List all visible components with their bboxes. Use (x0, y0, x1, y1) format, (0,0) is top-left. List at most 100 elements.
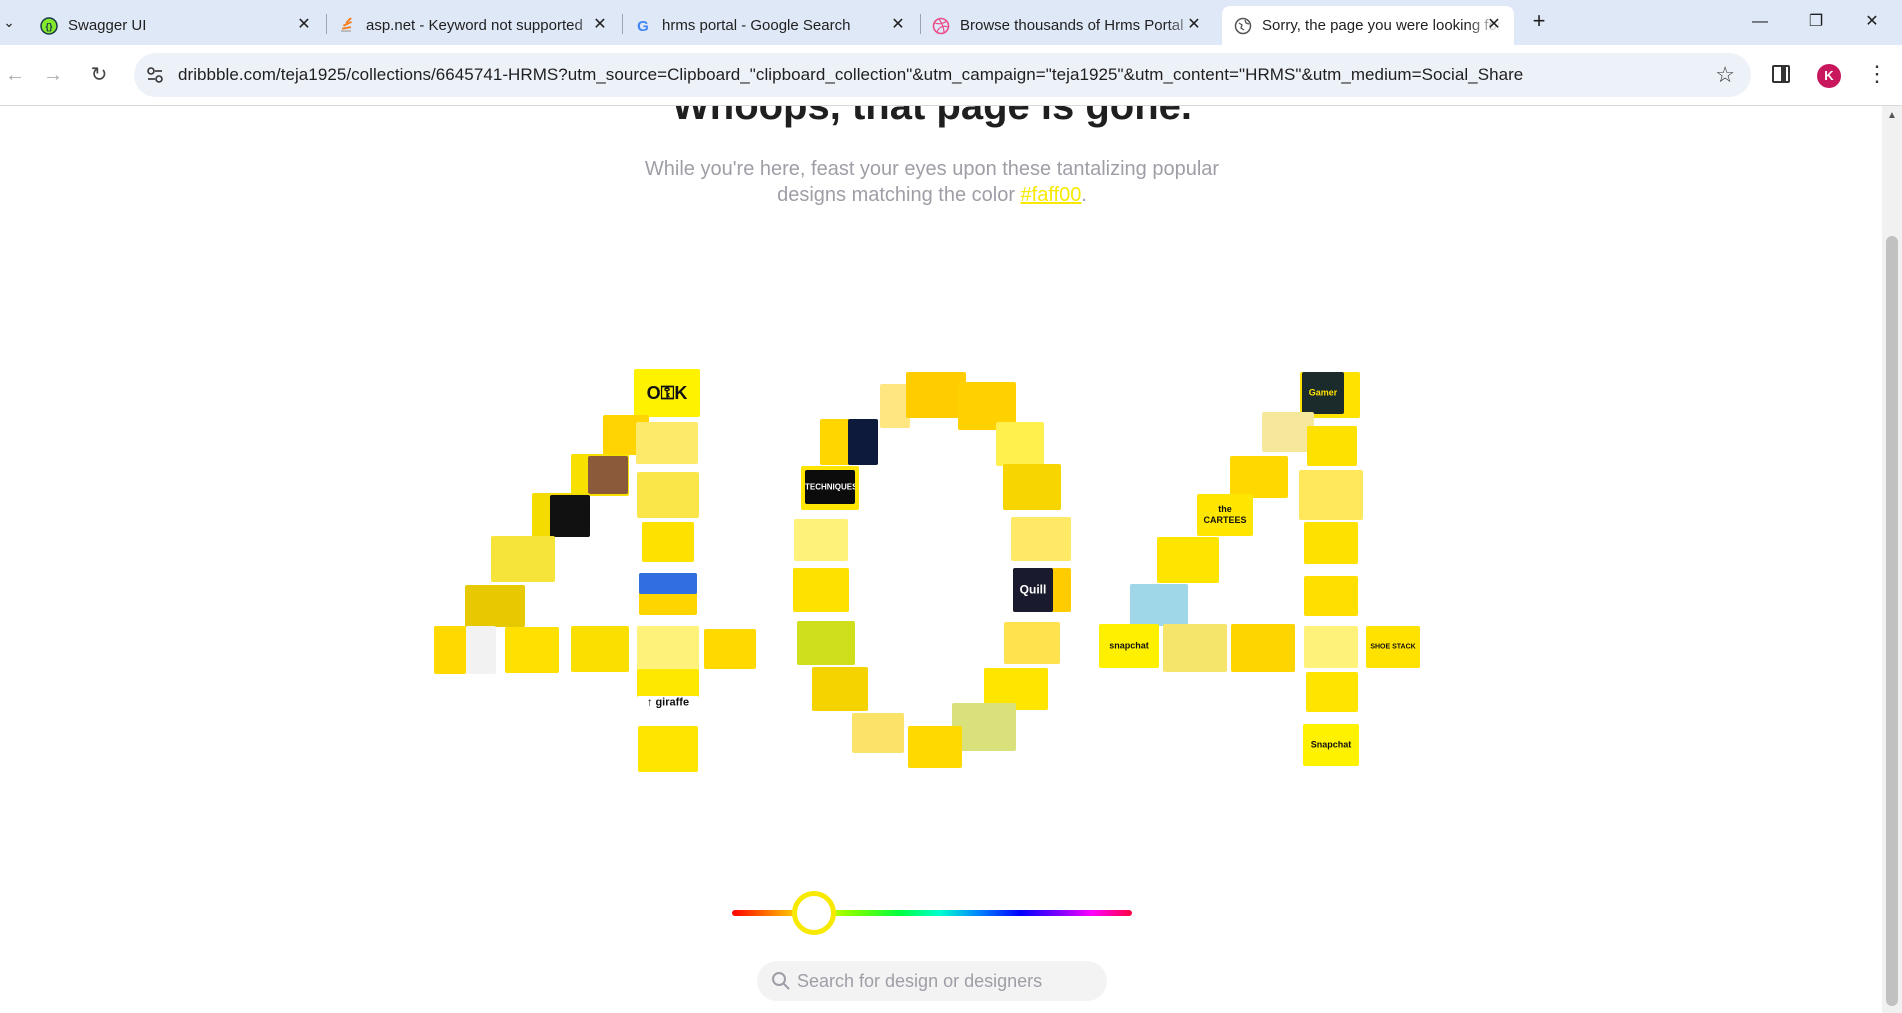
design-shot[interactable] (466, 626, 496, 674)
design-shot[interactable]: SHOE STACK (1366, 626, 1420, 668)
color-slider-thumb[interactable] (792, 891, 836, 935)
design-shot[interactable] (1163, 624, 1227, 672)
tab-404-page[interactable]: Sorry, the page you were looking for ✕ (1222, 6, 1514, 45)
search-input[interactable] (797, 961, 1097, 1001)
url-text[interactable]: dribbble.com/teja1925/collections/664574… (178, 65, 1523, 85)
design-shot[interactable] (852, 378, 880, 412)
design-shot[interactable]: Quill (1013, 568, 1053, 612)
color-hex-link[interactable]: #faff00 (1021, 184, 1082, 206)
tab-title: Browse thousands of Hrms Portal (960, 17, 1184, 34)
design-shot[interactable] (434, 626, 466, 674)
design-shot[interactable] (505, 627, 559, 673)
profile-avatar[interactable]: K (1817, 64, 1841, 88)
close-tab-icon[interactable]: ✕ (294, 15, 314, 35)
design-shot[interactable]: O⚿K (634, 369, 700, 417)
site-settings-icon[interactable] (144, 64, 166, 86)
dribbble-icon (932, 17, 950, 35)
browser-toolbar: ← → ↻ dribbble.com/teja1925/collections/… (0, 45, 1902, 106)
shot-label: snapchat (1109, 640, 1149, 651)
tab-title: asp.net - Keyword not supported (366, 17, 583, 34)
minimize-window-icon[interactable]: — (1740, 8, 1780, 36)
design-shot[interactable] (1304, 576, 1358, 616)
forward-arrow-icon[interactable]: → (38, 60, 68, 90)
color-slider[interactable] (730, 891, 1132, 935)
design-shot[interactable] (1304, 522, 1358, 564)
design-shot[interactable]: snapchat (1099, 624, 1159, 668)
design-shot[interactable] (1157, 537, 1219, 583)
design-shot[interactable] (996, 422, 1044, 466)
design-shot[interactable] (550, 495, 590, 537)
design-shot[interactable] (852, 713, 904, 753)
close-tab-icon[interactable]: ✕ (590, 15, 610, 35)
page-viewport: Whoops, that page is gone. While you're … (0, 106, 1882, 1013)
design-shot[interactable] (812, 667, 868, 711)
bookmark-star-icon[interactable]: ☆ (1715, 62, 1735, 88)
design-shot[interactable] (1004, 622, 1060, 664)
design-shot[interactable] (642, 522, 694, 562)
search-box[interactable] (757, 961, 1107, 1001)
scroll-up-arrow-icon[interactable]: ▲ (1887, 110, 1897, 121)
design-shot[interactable] (848, 419, 878, 465)
restore-window-icon[interactable]: ❐ (1796, 8, 1836, 36)
design-shot[interactable]: ↑ giraffe (637, 696, 699, 710)
design-shot[interactable] (704, 629, 756, 669)
design-shot[interactable] (588, 456, 628, 494)
address-bar[interactable]: dribbble.com/teja1925/collections/664574… (134, 53, 1751, 97)
design-shot[interactable]: Gamer (1302, 372, 1344, 414)
side-panel-icon[interactable] (1772, 65, 1790, 83)
design-shot[interactable] (793, 568, 849, 612)
back-arrow-icon[interactable]: ← (0, 60, 30, 90)
design-shot[interactable] (638, 726, 698, 772)
design-shot[interactable] (908, 726, 962, 768)
tab-google-search[interactable]: G hrms portal - Google Search ✕ (622, 6, 918, 45)
design-shot[interactable] (465, 585, 525, 627)
design-shot[interactable] (1304, 626, 1358, 668)
design-shot[interactable] (1130, 584, 1188, 626)
search-icon (772, 972, 790, 990)
design-shot[interactable] (1307, 426, 1357, 466)
stackoverflow-icon (341, 17, 353, 32)
swagger-icon: {} (40, 17, 58, 35)
close-tab-icon[interactable]: ✕ (1484, 15, 1504, 35)
design-shot[interactable]: Snapchat (1303, 724, 1359, 766)
close-window-icon[interactable]: ✕ (1852, 8, 1892, 36)
design-shot[interactable] (637, 626, 699, 672)
new-tab-plus-icon[interactable]: + (1527, 10, 1551, 34)
design-shot[interactable] (906, 372, 966, 418)
page-scrollbar[interactable]: ▲ (1882, 106, 1902, 1013)
design-shot[interactable] (1230, 456, 1288, 498)
tab-search-chevron-icon[interactable]: ⌄ (0, 10, 18, 34)
design-shot[interactable] (571, 626, 629, 672)
tab-title: Swagger UI (68, 17, 147, 34)
design-shot[interactable] (797, 621, 855, 665)
design-shot[interactable] (636, 422, 698, 464)
tab-title: Sorry, the page you were looking for (1262, 17, 1502, 34)
design-shot[interactable]: TECHNIQUES (805, 470, 855, 504)
design-shot[interactable]: the CARTEES (1197, 494, 1253, 536)
design-shot[interactable] (1306, 672, 1358, 712)
svg-text:{}: {} (45, 22, 53, 32)
design-shot[interactable] (1231, 624, 1295, 672)
shot-label: Quill (1019, 582, 1047, 597)
design-shot[interactable] (1003, 464, 1061, 510)
scrollbar-thumb[interactable] (1886, 236, 1898, 1006)
design-shot[interactable] (639, 573, 697, 594)
design-shot[interactable] (794, 519, 848, 561)
page-subtext: While you're here, feast your eyes upon … (620, 156, 1244, 208)
tab-swagger[interactable]: {} Swagger UI ✕ (28, 6, 324, 45)
browser-menu-icon[interactable]: ⋮ (1866, 59, 1888, 89)
reload-icon[interactable]: ↻ (84, 60, 114, 90)
shot-label: SHOE STACK (1370, 643, 1416, 651)
shot-label: Snapchat (1310, 739, 1352, 750)
close-tab-icon[interactable]: ✕ (1184, 15, 1204, 35)
close-tab-icon[interactable]: ✕ (888, 15, 908, 35)
design-shot[interactable] (637, 472, 699, 518)
shot-label: TECHNIQUES (805, 482, 855, 492)
tab-title: hrms portal - Google Search (662, 17, 851, 34)
design-shot[interactable] (491, 536, 555, 582)
tab-stackoverflow[interactable]: asp.net - Keyword not supported ✕ (326, 6, 620, 45)
shot-label: the CARTEES (1203, 504, 1247, 525)
design-shot[interactable] (1011, 517, 1071, 561)
tab-dribbble[interactable]: Browse thousands of Hrms Portal ✕ (920, 6, 1214, 45)
design-shot[interactable] (1299, 470, 1363, 520)
